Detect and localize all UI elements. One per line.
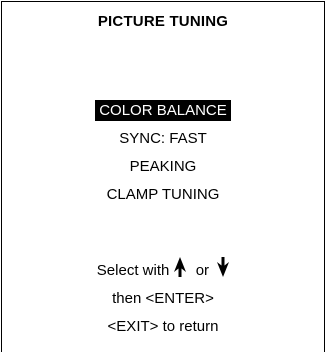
menu-list: COLOR BALANCE SYNC: FAST PEAKING CLAMP T…	[2, 96, 324, 208]
down-arrow-icon	[217, 257, 230, 278]
menu-title: PICTURE TUNING	[97, 13, 229, 30]
menu-item-label: COLOR BALANCE	[95, 99, 231, 121]
help-select-text: Select with	[96, 262, 170, 279]
help-enter-line: then <ENTER>	[112, 290, 214, 307]
menu-item-label: PEAKING	[129, 157, 197, 175]
help-or-text: or	[195, 262, 210, 279]
help-exit-line: <EXIT> to return	[107, 318, 219, 335]
help-select-line: Select with or	[2, 257, 324, 285]
up-arrow-icon	[173, 257, 186, 278]
menu-item-label: SYNC: FAST	[119, 129, 207, 147]
menu-item-label: CLAMP TUNING	[106, 185, 220, 203]
menu-item-sync[interactable]: SYNC: FAST	[2, 124, 324, 152]
help-instructions: Select with or then <ENTER> <EXIT> to re…	[2, 257, 324, 341]
menu-item-color-balance[interactable]: COLOR BALANCE	[2, 96, 324, 124]
picture-tuning-menu: PICTURE TUNING COLOR BALANCE SYNC: FAST …	[1, 1, 325, 352]
menu-item-clamp-tuning[interactable]: CLAMP TUNING	[2, 180, 324, 208]
menu-item-peaking[interactable]: PEAKING	[2, 152, 324, 180]
